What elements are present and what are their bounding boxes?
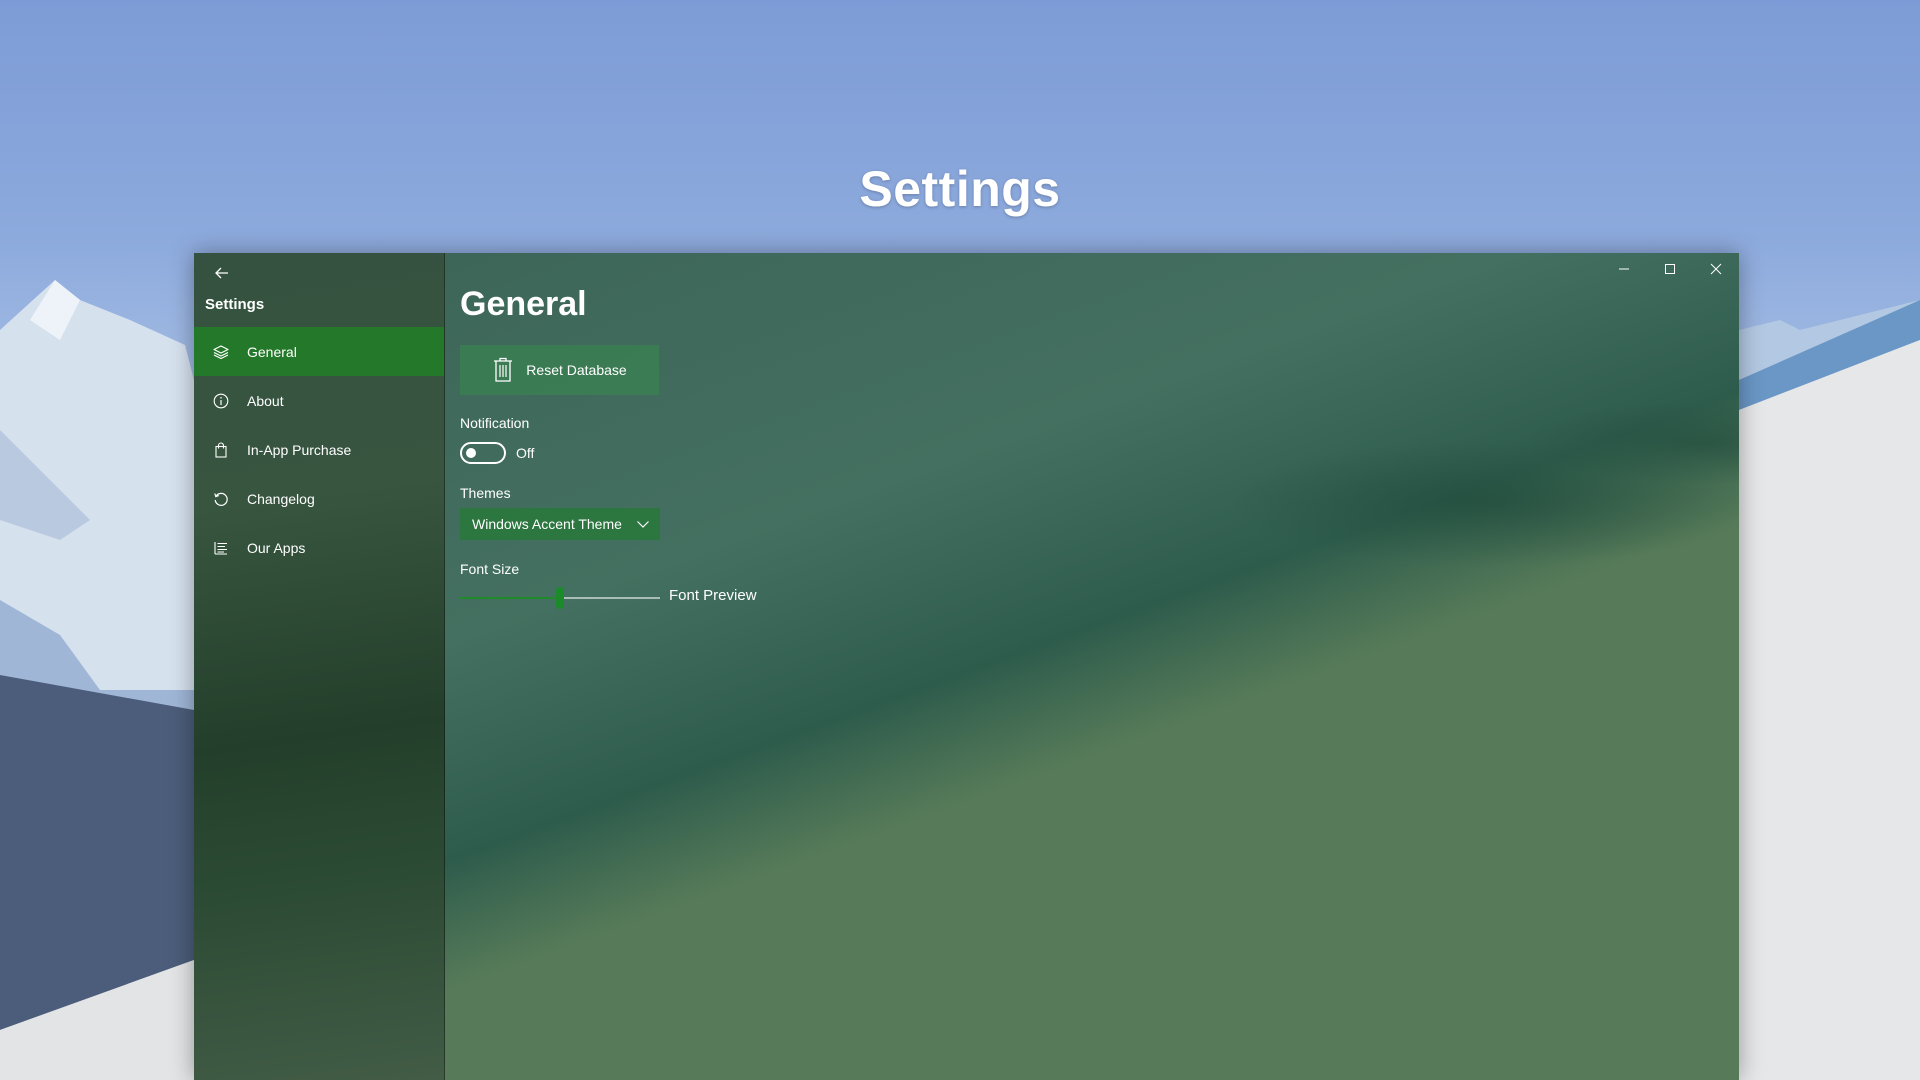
- slider-fill: [460, 597, 560, 599]
- reset-database-label: Reset Database: [526, 362, 627, 378]
- navigation-pane: Settings General About In-App Purchase C…: [194, 253, 445, 1080]
- maximize-icon: [1665, 264, 1675, 274]
- nav-label-our-apps: Our Apps: [247, 539, 306, 556]
- themes-dropdown[interactable]: Windows Accent Theme: [460, 508, 660, 540]
- nav-item-in-app-purchase[interactable]: In-App Purchase: [194, 425, 444, 474]
- nav-item-our-apps[interactable]: Our Apps: [194, 523, 444, 572]
- nav-label-changelog: Changelog: [247, 490, 315, 507]
- notification-toggle[interactable]: [460, 442, 506, 464]
- history-icon: [211, 489, 231, 509]
- reset-database-button[interactable]: Reset Database: [460, 345, 659, 395]
- toggle-knob: [466, 448, 476, 458]
- back-arrow-icon: [215, 267, 228, 279]
- nav-label-in-app-purchase: In-App Purchase: [247, 441, 352, 458]
- list-icon: [211, 538, 231, 558]
- nav-item-about[interactable]: About: [194, 376, 444, 425]
- content-area: General Reset Database Notification Off …: [445, 253, 1739, 1080]
- page-title: Settings: [859, 161, 1061, 217]
- maximize-button[interactable]: [1647, 253, 1693, 285]
- app-window: Settings General About In-App Purchase C…: [194, 253, 1739, 1080]
- font-size-slider[interactable]: [460, 587, 660, 609]
- close-icon: [1710, 263, 1722, 275]
- section-title: General: [460, 285, 587, 323]
- pane-title: Settings: [205, 296, 265, 313]
- themes-selected-value: Windows Accent Theme: [472, 516, 622, 532]
- nav-list: General About In-App Purchase Changelog: [194, 327, 444, 572]
- font-size-label: Font Size: [460, 561, 520, 577]
- close-button[interactable]: [1693, 253, 1739, 285]
- notification-state-text: Off: [516, 445, 535, 461]
- nav-item-general[interactable]: General: [194, 327, 444, 376]
- font-preview-text: Font Preview: [669, 587, 757, 604]
- nav-item-changelog[interactable]: Changelog: [194, 474, 444, 523]
- shopping-bag-icon: [211, 440, 231, 460]
- nav-label-general: General: [247, 343, 297, 360]
- notification-label: Notification: [460, 415, 530, 431]
- minimize-button[interactable]: [1601, 253, 1647, 285]
- back-button[interactable]: [204, 259, 240, 287]
- slider-thumb[interactable]: [556, 587, 564, 609]
- themes-label: Themes: [460, 485, 511, 501]
- minimize-icon: [1619, 268, 1629, 270]
- nav-label-about: About: [247, 392, 284, 409]
- trash-icon: [492, 357, 514, 383]
- chevron-down-icon: [636, 519, 650, 529]
- layers-icon: [211, 342, 231, 362]
- info-icon: [211, 391, 231, 411]
